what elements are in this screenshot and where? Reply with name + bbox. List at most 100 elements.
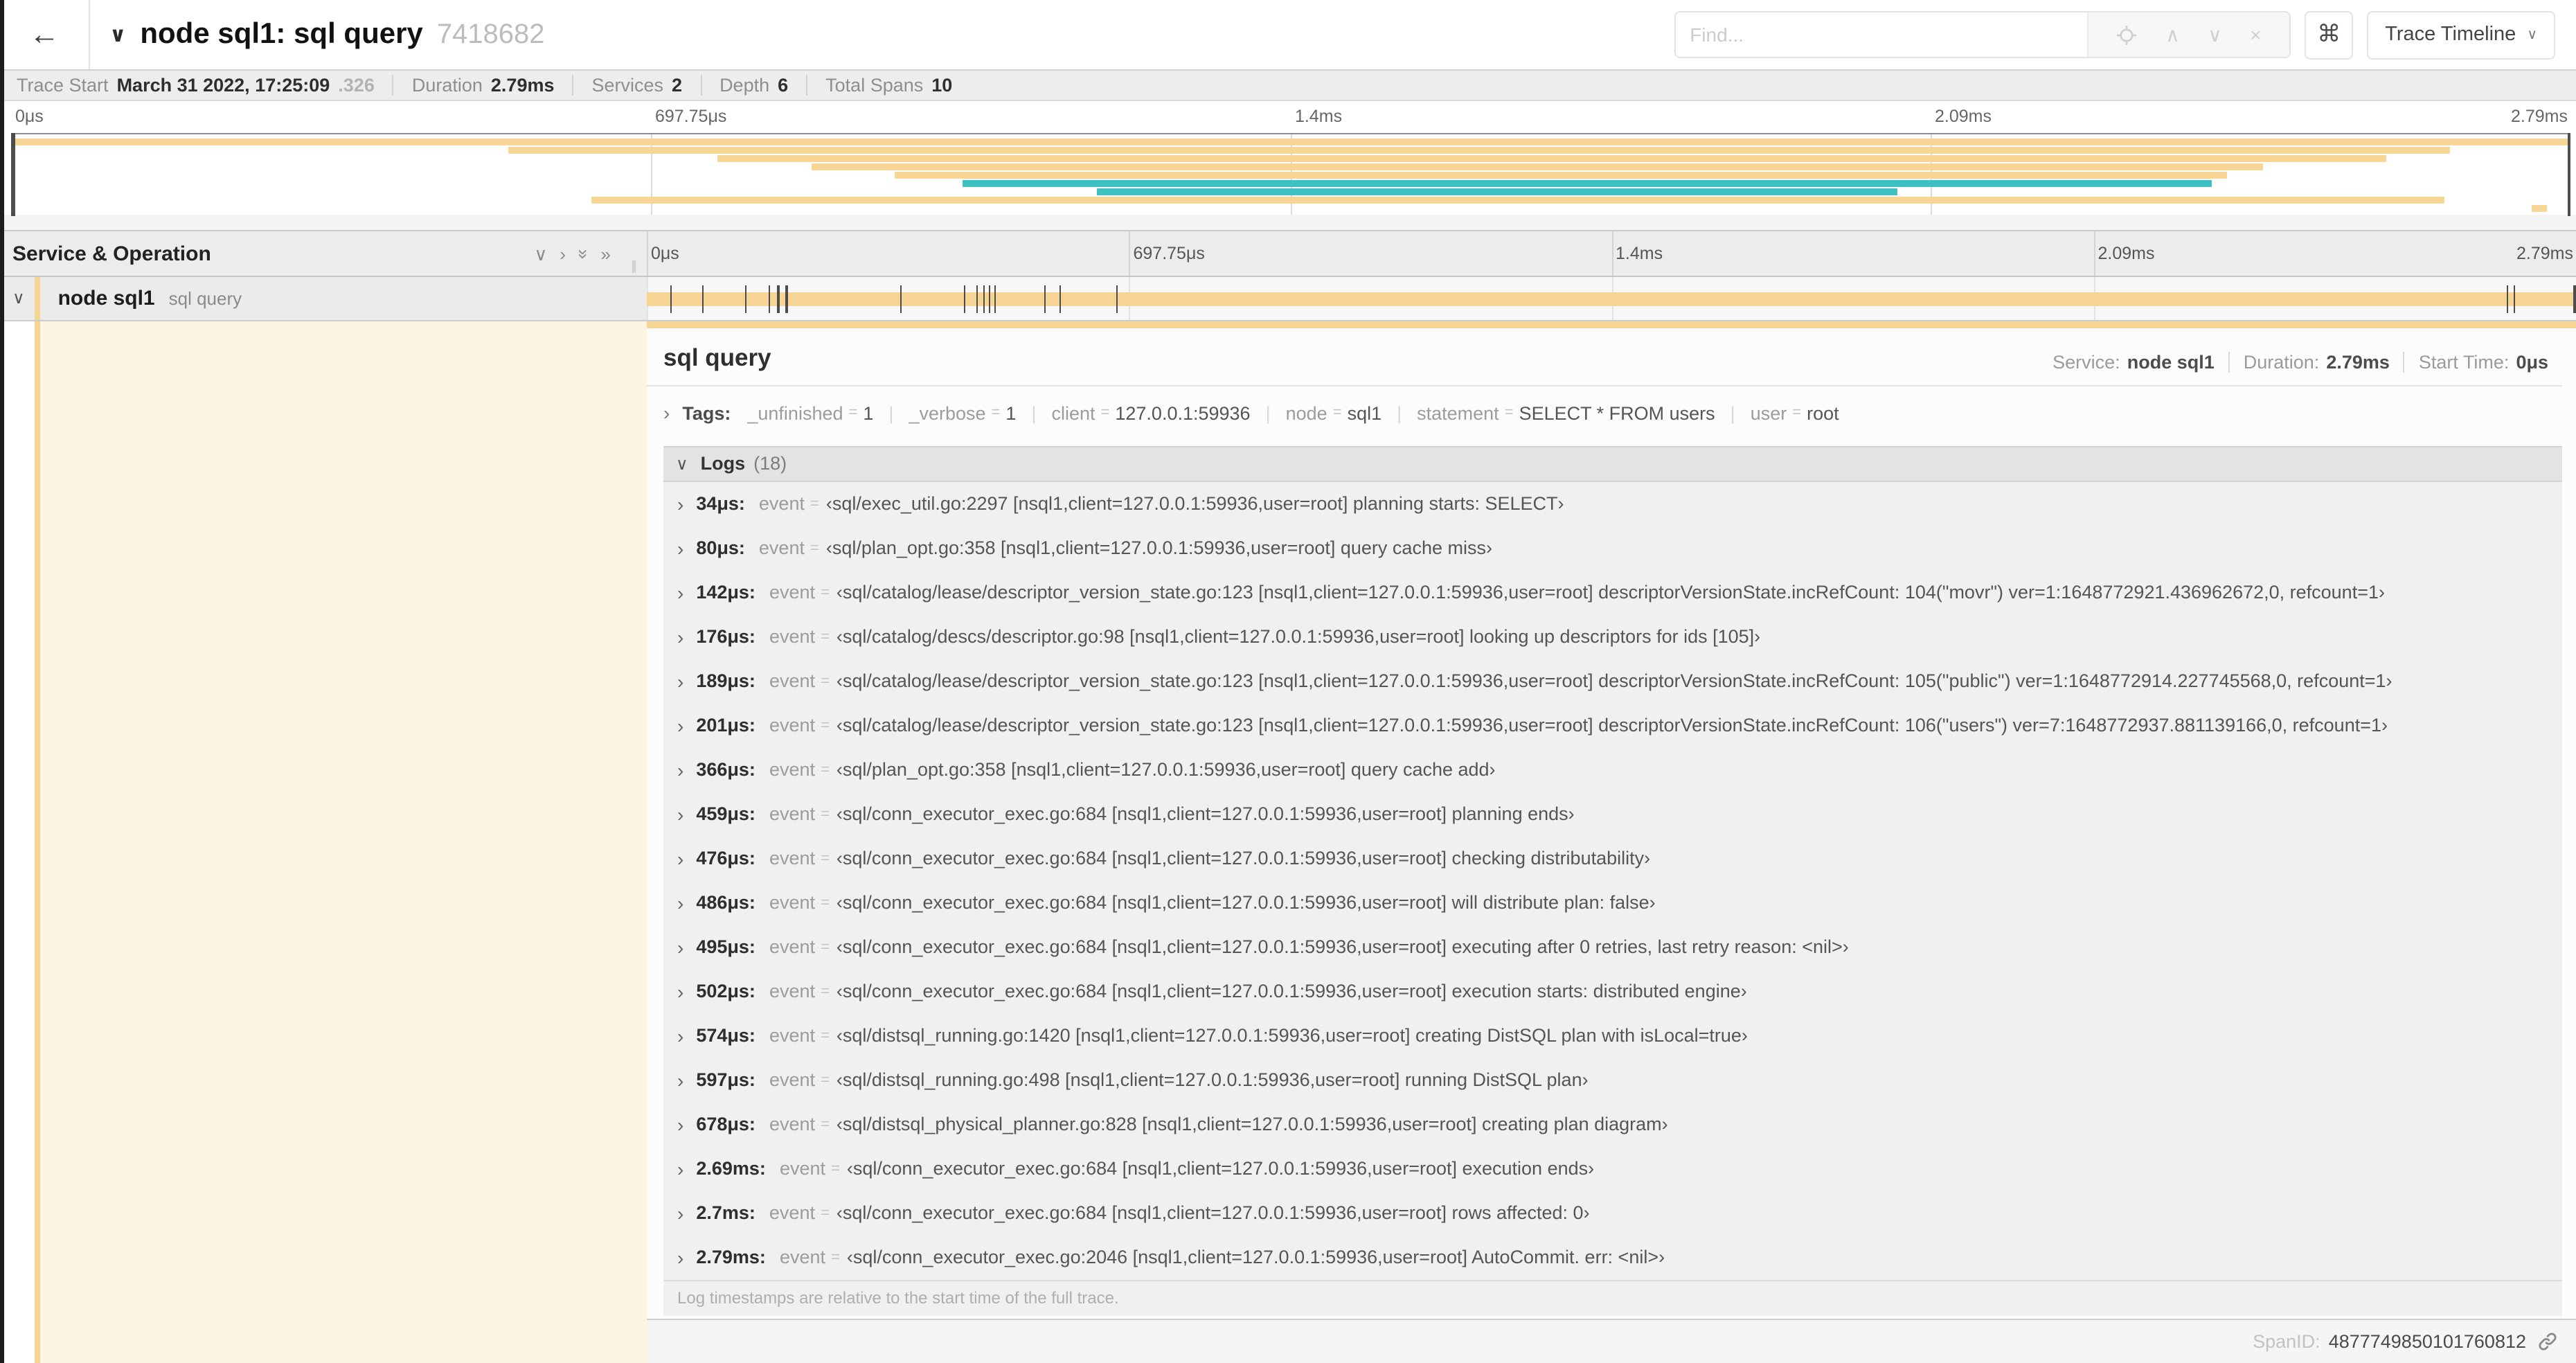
expand-one-icon[interactable]: › [560,244,566,262]
tag-list: _unfinished = 1 | _verbose = 1 | client = 127.0.0.… [747,402,1839,423]
log-row[interactable]: › 189μs: event = ‹sql/catalog/lease/descript… [663,659,2562,703]
logs-header[interactable]: ∨ Logs (18) [663,445,2562,481]
log-row[interactable]: › 597μs: event = ‹sql/distsql_running.go:498… [663,1058,2562,1102]
log-row[interactable]: › 80μs: event = ‹sql/plan_opt.go:358 [nsql1,… [663,526,2562,570]
chevron-right-icon: › [677,625,684,648]
trace-id: 7418682 [436,19,545,49]
log-equals: = [821,805,830,822]
chevron-right-icon: › [677,758,684,781]
log-marker [2507,285,2509,313]
trace-start: Trace Start March 31 2022, 17:25:09.326 [17,74,375,96]
log-field-key: event [769,670,815,691]
log-equals: = [821,938,830,955]
find-input[interactable] [1676,12,2088,57]
minimap-span [508,146,2451,154]
log-row[interactable]: › 201μs: event = ‹sql/catalog/lease/descript… [663,703,2562,747]
tag-item: user = root [1750,402,1839,423]
detail-left-column [39,321,647,1363]
log-timestamp: 502μs: [696,981,755,1001]
trace-title: node sql1: sql query [140,18,423,50]
log-timestamp: 597μs: [696,1069,755,1090]
log-marker [2514,285,2516,313]
log-row[interactable]: › 476μs: event = ‹sql/conn_executor_exec.go:… [663,836,2562,880]
logs-count: (18) [753,453,787,474]
log-row[interactable]: › 34μs: event = ‹sql/exec_util.go:2297 [nsql… [663,481,2562,526]
minimap-right-scrubber[interactable] [2567,133,2570,216]
header-toolbar: ∧ ∨ × ⌘ Trace Timeline ∨ [1674,10,2555,59]
gridline [1129,231,1131,276]
span-row-timeline-cell[interactable] [647,277,2576,319]
log-equals: = [821,1027,830,1044]
trace-title-group[interactable]: ∨ node sql1: sql query 7418682 [109,18,1674,51]
trace-minimap[interactable] [11,133,2570,216]
log-timestamp: 142μs: [696,582,755,603]
tags-row[interactable]: › Tags: _unfinished = 1 | _verbose = 1 | client =… [663,398,2562,427]
tick-label: 2.79ms [2511,107,2568,126]
log-marker [900,285,902,313]
chevron-right-icon: › [677,1157,684,1179]
log-message: ‹sql/catalog/descs/descriptor.go:98 [nsq… [836,626,1761,647]
log-field-key: event [769,803,815,824]
log-timestamp: 366μs: [696,759,755,780]
log-row[interactable]: › 502μs: event = ‹sql/conn_executor_exec.go:… [663,969,2562,1013]
span-id-value: 4877749850101760812 [2328,1331,2526,1352]
minimap-span [1096,188,1897,195]
log-equals: = [831,1249,840,1265]
log-row[interactable]: › 2.7ms: event = ‹sql/conn_executor_exec.go:… [663,1191,2562,1235]
log-field-key: event [769,626,815,647]
log-equals: = [821,584,830,600]
log-row[interactable]: › 142μs: event = ‹sql/catalog/lease/descript… [663,570,2562,614]
log-row[interactable]: › 366μs: event = ‹sql/plan_opt.go:358 [nsql1… [663,747,2562,792]
span-row-name-cell[interactable]: ∨ node sql1 sql query [0,277,647,319]
link-icon[interactable] [2537,1331,2558,1352]
clear-find-icon[interactable]: × [2250,25,2261,44]
log-equals: = [810,540,819,556]
keyboard-shortcuts-button[interactable]: ⌘ [2305,10,2354,59]
collapse-all-icon[interactable]: » [573,249,593,258]
log-row[interactable]: › 2.69ms: event = ‹sql/conn_executor_exec.go… [663,1146,2562,1191]
chevron-right-icon: › [677,936,684,958]
tag-item: client = 127.0.0.1:59936 [1051,402,1251,423]
log-markers [647,277,2576,319]
log-field-key: event [769,936,815,957]
log-timestamp: 495μs: [696,936,755,957]
log-field-key: event [779,1158,825,1179]
log-row[interactable]: › 459μs: event = ‹sql/conn_executor_exec.go:… [663,792,2562,836]
log-timestamp: 486μs: [696,892,755,913]
tag-item: _verbose = 1 [909,402,1017,423]
minimap-span [812,163,2264,170]
log-row[interactable]: › 678μs: event = ‹sql/distsql_physical_plann… [663,1102,2562,1146]
log-row[interactable]: › 495μs: event = ‹sql/conn_executor_exec.go:… [663,925,2562,969]
trace-view-selector[interactable]: Trace Timeline ∨ [2367,10,2555,59]
log-row[interactable]: › 2.79ms: event = ‹sql/conn_executor_exec.go… [663,1235,2562,1279]
span-row[interactable]: ∨ node sql1 sql query [0,277,2576,321]
log-row[interactable]: › 574μs: event = ‹sql/distsql_running.go:142… [663,1013,2562,1058]
log-message: ‹sql/conn_executor_exec.go:2046 [nsql1,c… [846,1247,1665,1267]
log-message: ‹sql/conn_executor_exec.go:684 [nsql1,cl… [836,848,1651,868]
log-message: ‹sql/exec_util.go:2297 [nsql1,client=127… [825,493,1564,514]
command-icon: ⌘ [2317,21,2341,47]
span-meta: Service: node sql1 Duration: 2.79ms Start … [2039,351,2562,372]
next-match-icon[interactable]: ∨ [2208,25,2222,44]
log-marker [983,285,985,313]
logs-footnote: Log timestamps are relative to the start… [663,1279,2562,1315]
log-message: ‹sql/conn_executor_exec.go:684 [nsql1,cl… [836,936,1849,957]
chevron-right-icon: › [677,980,684,1002]
collapse-one-icon[interactable]: ∨ [534,244,547,262]
log-row[interactable]: › 486μs: event = ‹sql/conn_executor_exec.go:… [663,880,2562,925]
log-timestamp: 189μs: [696,670,755,691]
timeline-header: Service & Operation ∨ › » » ∥ 0μs 697.75μ… [0,230,2576,277]
tag-separator: | [1730,402,1735,423]
log-timestamp: 678μs: [696,1114,755,1134]
log-equals: = [821,628,830,645]
log-marker [777,285,780,313]
back-button[interactable]: ← [0,0,90,69]
log-equals: = [821,672,830,689]
minimap-left-scrubber[interactable] [11,133,15,216]
column-resizer-grip[interactable]: ∥ [631,259,638,274]
log-marker [1116,285,1118,313]
locate-icon[interactable] [2117,24,2138,45]
expand-all-icon[interactable]: » [601,244,611,262]
log-row[interactable]: › 176μs: event = ‹sql/catalog/descs/descript… [663,614,2562,659]
prev-match-icon[interactable]: ∧ [2165,25,2180,44]
